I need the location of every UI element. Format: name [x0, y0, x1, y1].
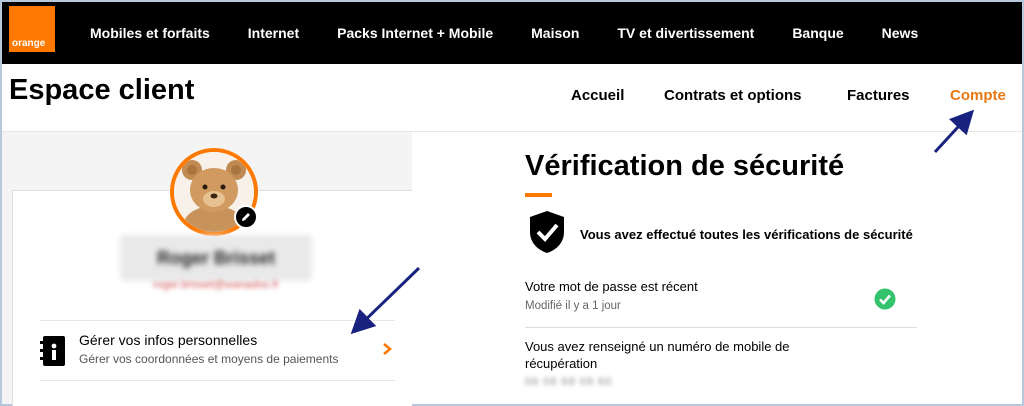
- nav-item-packs[interactable]: Packs Internet + Mobile: [337, 25, 493, 41]
- nav-item-tv[interactable]: TV et divertissement: [617, 25, 754, 41]
- subnav-accueil[interactable]: Accueil: [571, 87, 624, 104]
- nav-item-mobiles[interactable]: Mobiles et forfaits: [90, 25, 210, 41]
- subnav-compte[interactable]: Compte: [950, 87, 1006, 104]
- check-circle-icon: [874, 288, 896, 310]
- security-title: Vérification de sécurité: [525, 150, 845, 182]
- security-status: Vous avez effectué toutes les vérificati…: [580, 227, 913, 242]
- orange-logo[interactable]: orange: [9, 6, 55, 52]
- edit-avatar-button[interactable]: [234, 205, 258, 229]
- nav-item-internet[interactable]: Internet: [248, 25, 299, 41]
- nav-item-news[interactable]: News: [882, 25, 919, 41]
- security-divider: [525, 327, 917, 328]
- pencil-icon: [242, 213, 250, 221]
- chevron-right-icon[interactable]: [380, 342, 394, 356]
- subnav-factures[interactable]: Factures: [847, 87, 910, 104]
- row-divider-bottom: [40, 380, 395, 381]
- mobile-status-title: Vous avez renseigné un numéro de mobile …: [525, 339, 790, 371]
- nav-item-banque[interactable]: Banque: [792, 25, 843, 41]
- personal-info-description: Gérer vos coordonnées et moyens de paiem…: [79, 352, 339, 366]
- top-navigation-bar: orange Mobiles et forfaits Internet Pack…: [2, 2, 1022, 64]
- main-nav: Mobiles et forfaits Internet Packs Inter…: [90, 2, 956, 64]
- logo-text: orange: [12, 38, 46, 49]
- personal-info-title[interactable]: Gérer vos infos personnelles: [79, 332, 257, 348]
- address-book-icon: [40, 336, 65, 366]
- password-status-title: Votre mot de passe est récent: [525, 279, 698, 294]
- row-divider-top: [40, 320, 395, 321]
- nav-item-maison[interactable]: Maison: [531, 25, 579, 41]
- password-status-subtitle: Modifié il y a 1 jour: [525, 300, 621, 312]
- mobile-number: 06 06 68 09 60: [525, 376, 613, 388]
- profile-name: Roger Brisset: [120, 235, 312, 281]
- profile-email: roger.brisset@wanadoo.fr: [152, 279, 280, 291]
- shield-check-icon: [530, 211, 564, 253]
- title-accent-bar: [525, 193, 552, 197]
- page-title: Espace client: [9, 74, 195, 106]
- subnav-contrats[interactable]: Contrats et options: [664, 87, 802, 104]
